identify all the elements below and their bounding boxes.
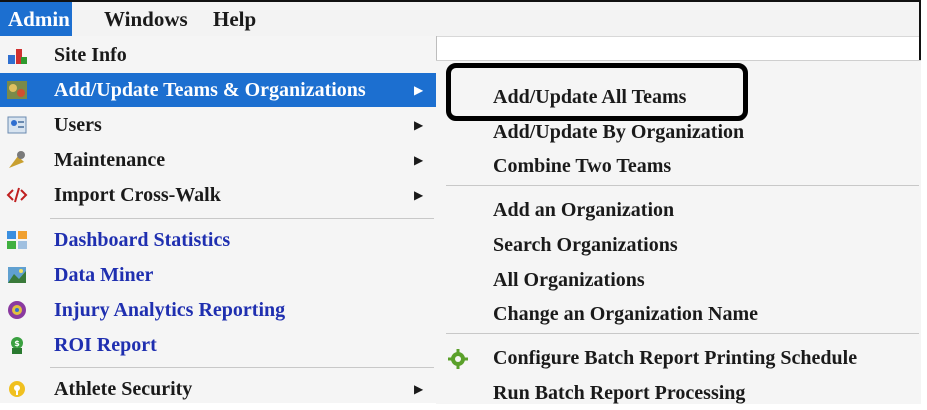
menu-item-maintenance[interactable]: Maintenance ▶ <box>0 143 436 177</box>
submenu-item-search-organizations[interactable]: Search Organizations <box>436 228 921 262</box>
menu-separator <box>50 218 434 219</box>
gear-icon <box>448 349 468 369</box>
users-icon <box>7 116 27 134</box>
menu-bar: Admin Windows Help <box>0 2 919 37</box>
menu-item-injury-analytics-reporting[interactable]: Injury Analytics Reporting <box>0 293 436 327</box>
menu-separator <box>50 367 434 368</box>
submenu-separator <box>446 333 919 334</box>
menu-item-site-info[interactable]: Site Info <box>0 38 436 72</box>
menu-admin[interactable]: Admin <box>0 2 72 36</box>
menu-item-athlete-security[interactable]: Athlete Security ▶ <box>0 372 436 406</box>
highlight-annotation-box <box>446 63 748 121</box>
menu-windows[interactable]: Windows <box>96 2 196 36</box>
submenu-item-change-organization-name[interactable]: Change an Organization Name <box>436 297 921 331</box>
admin-dropdown-menu: Site Info Add/Update Teams & Organizatio… <box>0 36 437 403</box>
roi-icon: $ <box>11 337 23 354</box>
maintenance-icon <box>9 151 25 168</box>
menu-help[interactable]: Help <box>205 2 264 36</box>
athlete-security-icon <box>9 381 25 397</box>
code-icon <box>6 187 28 203</box>
menu-item-dashboard-statistics[interactable]: Dashboard Statistics <box>0 223 436 257</box>
menu-item-teams-organizations[interactable]: Add/Update Teams & Organizations ▶ <box>0 73 436 107</box>
chevron-right-icon: ▶ <box>414 153 424 167</box>
menu-item-roi-report[interactable]: $ ROI Report <box>0 328 436 362</box>
svg-text:$: $ <box>14 339 20 348</box>
submenu-item-combine-two-teams[interactable]: Combine Two Teams <box>436 149 921 183</box>
menu-item-users[interactable]: Users ▶ <box>0 108 436 142</box>
submenu-item-all-organizations[interactable]: All Organizations <box>436 263 921 297</box>
submenu-item-add-organization[interactable]: Add an Organization <box>436 193 921 227</box>
chevron-right-icon: ▶ <box>414 382 424 396</box>
dashboard-icon <box>7 231 27 249</box>
chevron-right-icon: ▶ <box>414 188 424 202</box>
data-miner-icon <box>8 267 26 283</box>
menu-item-data-miner[interactable]: Data Miner <box>0 258 436 292</box>
menu-item-import-cross-walk[interactable]: Import Cross-Walk ▶ <box>0 178 436 212</box>
chevron-right-icon: ▶ <box>414 118 424 132</box>
chevron-right-icon: ▶ <box>414 83 424 97</box>
submenu-separator <box>446 185 919 186</box>
submenu-item-configure-batch-report-schedule[interactable]: Configure Batch Report Printing Schedule <box>436 341 921 375</box>
submenu-item-run-batch-report-processing[interactable]: Run Batch Report Processing <box>436 376 921 410</box>
injury-analytics-icon <box>8 301 26 319</box>
teams-icon <box>7 81 27 99</box>
site-info-icon <box>8 49 27 64</box>
